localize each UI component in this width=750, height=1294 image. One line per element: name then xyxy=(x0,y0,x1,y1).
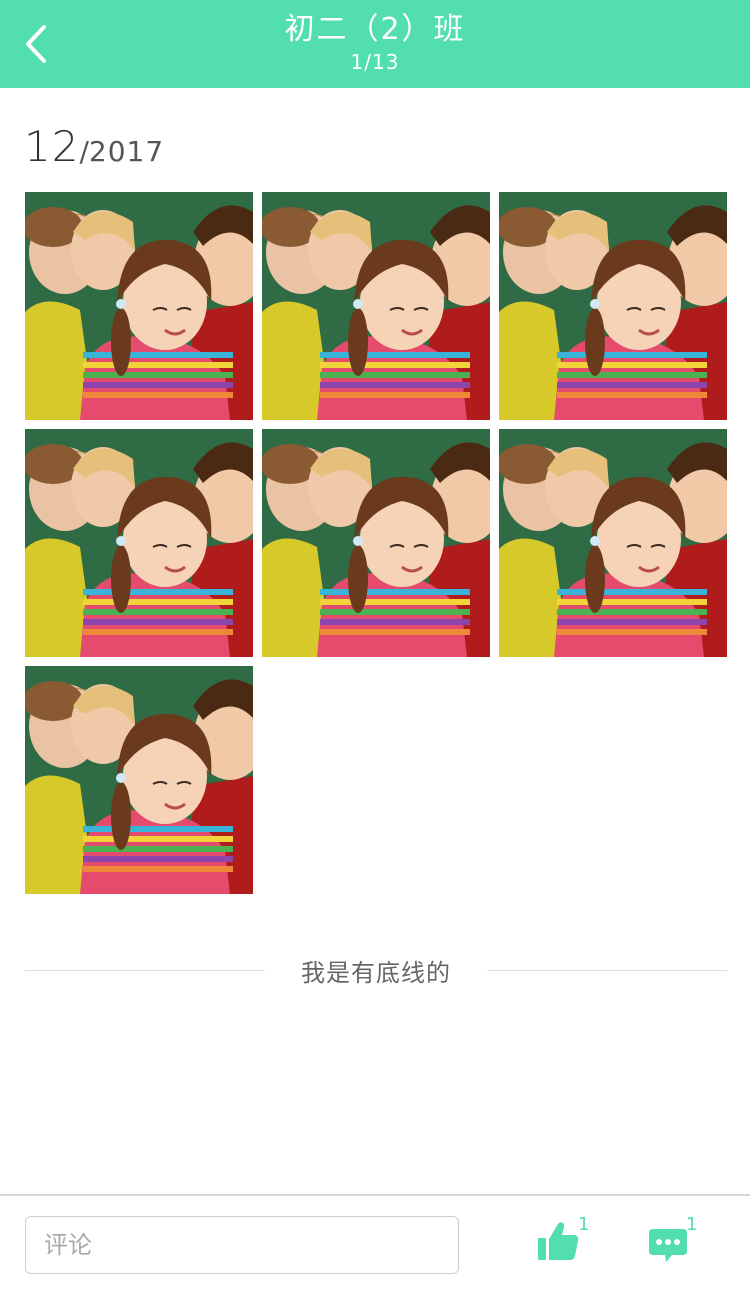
photo-thumbnail[interactable] xyxy=(25,429,253,657)
photo-thumbnail[interactable] xyxy=(262,192,490,420)
photo-image xyxy=(25,666,253,894)
comment-count: 1 xyxy=(686,1214,698,1235)
comment-bar: 1 1 xyxy=(0,1194,750,1294)
end-of-list-text: 我是有底线的 xyxy=(301,958,451,987)
end-of-list-divider: 我是有底线的 xyxy=(25,950,727,990)
photo-image xyxy=(499,429,727,657)
photo-thumbnail[interactable] xyxy=(25,192,253,420)
photo-thumbnail[interactable] xyxy=(499,192,727,420)
photo-image xyxy=(25,192,253,420)
photo-thumbnail[interactable] xyxy=(262,429,490,657)
post-date: 12/2017 xyxy=(24,122,164,171)
divider-line-left xyxy=(25,969,265,971)
photo-image xyxy=(25,429,253,657)
page-counter: 1/13 xyxy=(350,50,400,74)
chat-bubble-icon xyxy=(649,1229,687,1262)
top-bar: 初二（2）班 1/13 xyxy=(0,0,750,88)
photo-grid xyxy=(25,192,727,894)
date-year: 2017 xyxy=(88,135,165,168)
photo-image xyxy=(499,192,727,420)
thumbs-up-icon xyxy=(538,1222,579,1260)
date-day: 12 xyxy=(24,122,80,171)
divider-line-right xyxy=(487,969,727,971)
comment-input[interactable] xyxy=(25,1216,459,1274)
photo-image xyxy=(262,429,490,657)
like-count: 1 xyxy=(578,1214,590,1235)
photo-image xyxy=(262,192,490,420)
comment-button[interactable] xyxy=(648,1226,688,1266)
photo-thumbnail[interactable] xyxy=(499,429,727,657)
date-separator: / xyxy=(79,135,89,168)
photo-thumbnail[interactable] xyxy=(25,666,253,894)
page-title: 初二（2）班 xyxy=(284,12,466,47)
